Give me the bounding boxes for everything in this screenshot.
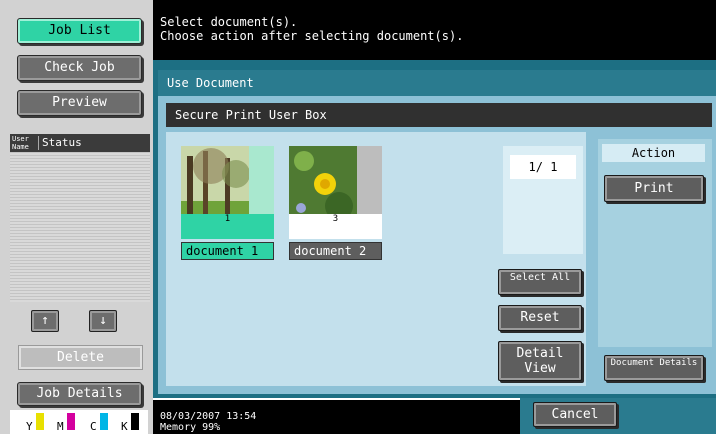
up-arrow-icon: ↑	[41, 313, 49, 328]
toner-indicator: Y M C K	[10, 410, 148, 434]
check-job-button[interactable]: Check Job	[17, 55, 142, 81]
job-list-button[interactable]: Job List	[17, 18, 142, 44]
toner-y-bar	[36, 413, 44, 430]
toner-c-label: C	[90, 420, 97, 433]
box-name-bar: Secure Print User Box	[166, 103, 712, 127]
page-indicator: 1/ 1	[510, 155, 576, 179]
status-bar: 08/03/2007 13:54 Memory 99%	[153, 400, 520, 434]
document-2-thumbnail[interactable]: 3	[289, 146, 382, 239]
document-1-thumbnail[interactable]: 1	[181, 146, 274, 239]
document-2-label[interactable]: document 2	[289, 242, 382, 260]
job-list-header: User Name Status	[10, 134, 150, 152]
select-all-button[interactable]: Select All	[498, 269, 582, 295]
message-line-1: Select document(s).	[160, 15, 298, 29]
toner-y-label: Y	[26, 420, 33, 433]
scroll-up-button[interactable]: ↑	[31, 310, 59, 332]
memory-status: Memory 99%	[160, 422, 221, 433]
status-column-header: Status	[42, 136, 82, 149]
toner-m-bar	[67, 413, 75, 430]
screen-title: Use Document	[158, 70, 716, 96]
scroll-down-button[interactable]: ↓	[89, 310, 117, 332]
toner-k-label: K	[121, 420, 128, 433]
user-name-column-header: User Name	[12, 135, 29, 151]
cancel-button[interactable]: Cancel	[533, 402, 617, 427]
delete-button[interactable]: Delete	[18, 345, 143, 370]
date-time: 08/03/2007 13:54	[160, 411, 257, 422]
document-1-label[interactable]: document 1	[181, 242, 274, 260]
preview-button[interactable]: Preview	[17, 90, 142, 116]
header-divider	[38, 136, 39, 150]
print-button[interactable]: Print	[604, 175, 704, 202]
action-label: Action	[602, 144, 705, 162]
job-list-area[interactable]	[10, 152, 150, 302]
toner-m-label: M	[57, 420, 64, 433]
message-line-2: Choose action after selecting document(s…	[160, 29, 464, 43]
reset-button[interactable]: Reset	[498, 305, 582, 331]
detail-view-button[interactable]: Detail View	[498, 341, 582, 381]
document-1-page-count: 1	[181, 214, 274, 239]
toner-c-bar	[100, 413, 108, 430]
action-panel	[598, 139, 712, 347]
message-area: Select document(s). Choose action after …	[153, 0, 716, 60]
toner-k-bar	[131, 413, 139, 430]
document-details-button[interactable]: Document Details	[604, 355, 704, 381]
down-arrow-icon: ↓	[99, 313, 107, 328]
job-details-button[interactable]: Job Details	[17, 382, 142, 406]
document-2-page-count: 3	[289, 214, 382, 239]
